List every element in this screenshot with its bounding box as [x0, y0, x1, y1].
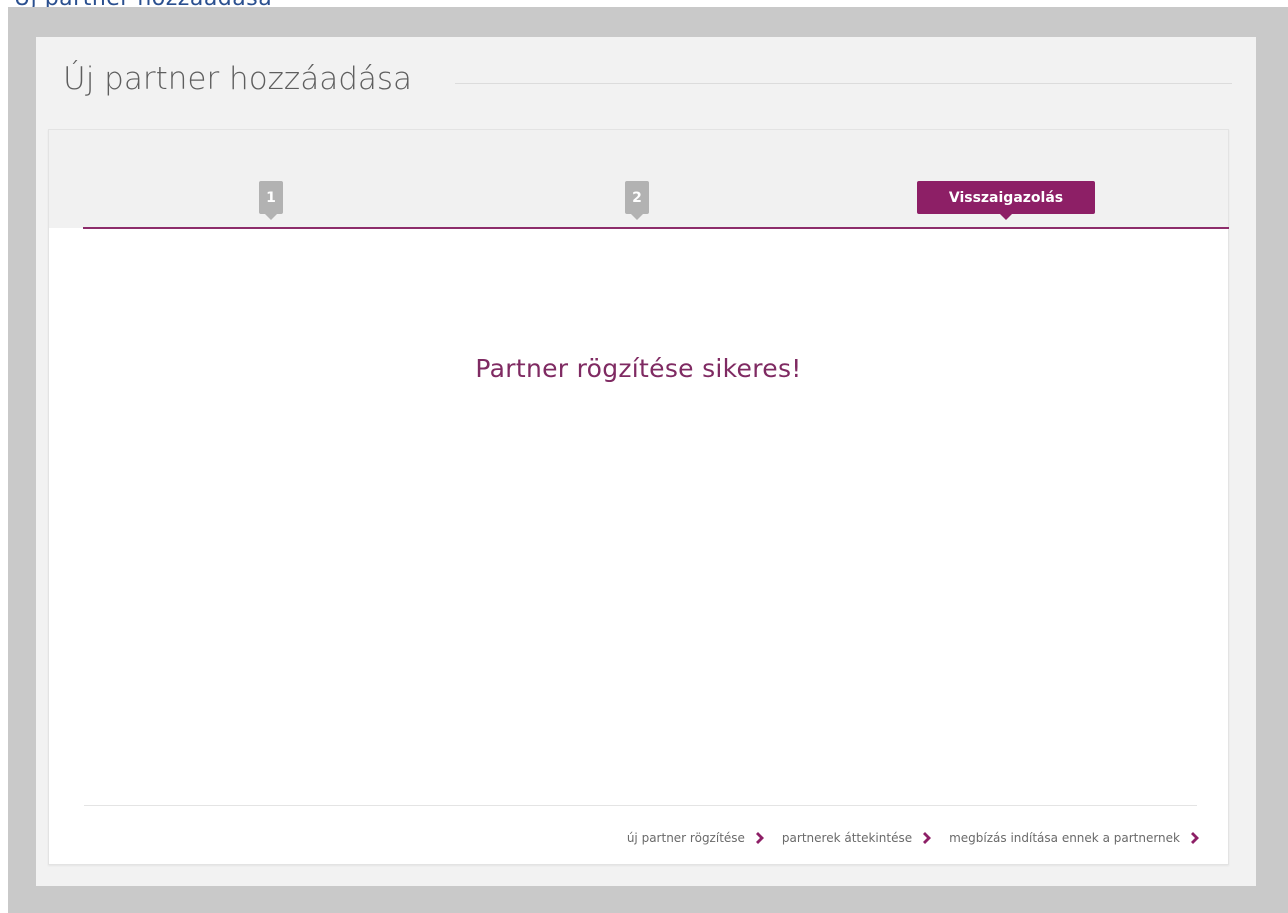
chevron-right-icon — [922, 831, 934, 845]
start-order-link-label: megbízás indítása ennek a partnernek — [949, 831, 1180, 845]
wizard-progress-line — [83, 227, 1229, 229]
page-title: Új partner hozzáadása — [63, 61, 413, 97]
wizard-step-1[interactable]: 1 — [259, 181, 283, 220]
wizard-steps-header: 1 2 Visszaigazolás — [49, 130, 1228, 228]
page-container: Új partner hozzáadása 1 2 Visszaigazolás… — [36, 37, 1256, 886]
wizard-step-confirmation: Visszaigazolás — [917, 181, 1095, 220]
chevron-right-icon — [755, 831, 767, 845]
start-order-link[interactable]: megbízás indítása ennek a partnernek — [949, 831, 1202, 845]
page-header: Új partner hozzáadása — [36, 37, 1256, 131]
footer-divider — [84, 805, 1197, 806]
new-partner-link-label: új partner rögzítése — [626, 831, 745, 845]
chevron-right-icon — [1190, 831, 1202, 845]
title-divider — [455, 83, 1232, 84]
footer-actions: új partner rögzítése partnerek áttekinté… — [627, 827, 1202, 849]
partners-overview-link-label: partnerek áttekintése — [781, 831, 913, 845]
wizard-step-2[interactable]: 2 — [625, 181, 649, 220]
cutoff-heading: Új partner hozzáadása — [14, 0, 272, 7]
partners-overview-link[interactable]: partnerek áttekintése — [782, 831, 934, 845]
wizard-card: 1 2 Visszaigazolás Partner rögzítése sik… — [48, 129, 1229, 865]
success-message: Partner rögzítése sikeres! — [475, 354, 802, 383]
new-partner-link[interactable]: új partner rögzítése — [627, 831, 767, 845]
top-cutoff-strip: Új partner hozzáadása — [0, 0, 1288, 7]
